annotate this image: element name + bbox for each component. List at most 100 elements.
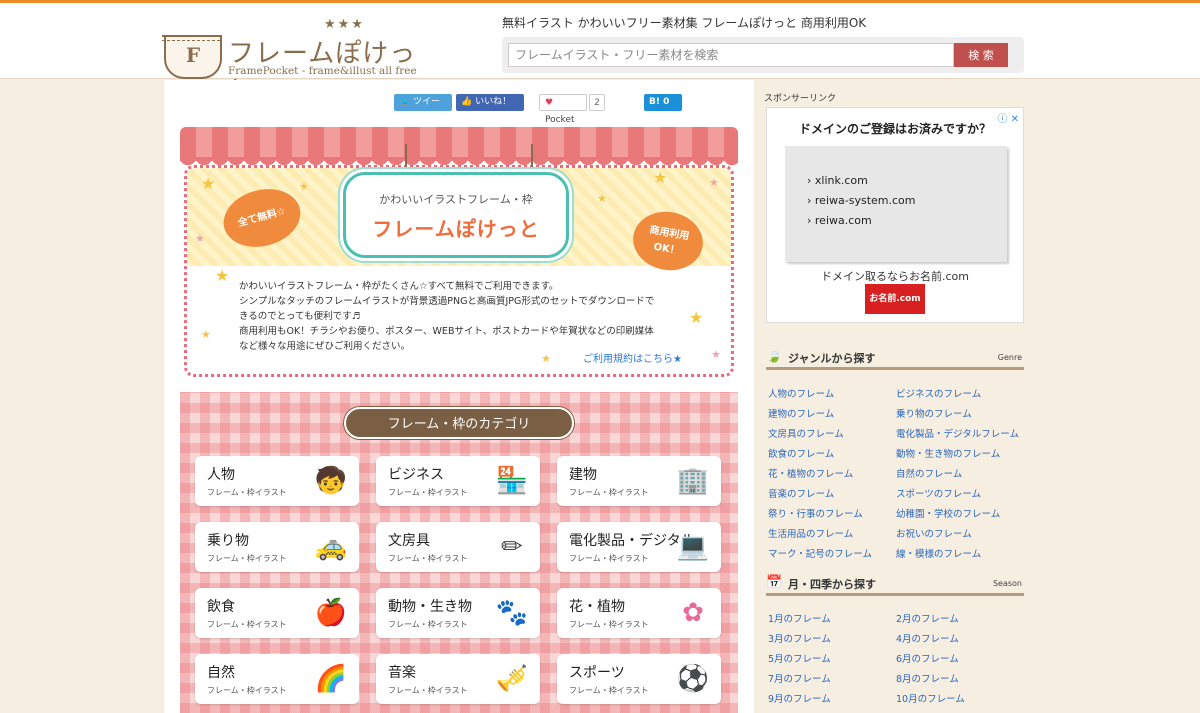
apple-icon: 🍎 (314, 598, 348, 628)
genre-en: Genre (997, 353, 1022, 362)
chevron-right-icon: › (807, 174, 812, 187)
genre-link[interactable]: スポーツのフレーム (896, 486, 981, 500)
tweet-button[interactable]: 🐦 ツイート (394, 94, 452, 124)
leaf-icon: 🍃 (766, 349, 783, 364)
ad-link-label: xlink.com (814, 174, 868, 187)
genre-title: ジャンルから探す (788, 352, 876, 365)
ad-image[interactable]: お名前.com (865, 284, 925, 314)
pocket-count: 2 (589, 94, 605, 111)
search-button[interactable]: 検 索 (954, 43, 1008, 67)
genre-link[interactable]: 電化製品・デジタルフレーム (896, 426, 1019, 440)
category-sub: フレーム・枠イラスト (388, 554, 468, 563)
category-sub: フレーム・枠イラスト (569, 620, 649, 629)
category-card-nature[interactable]: 自然 フレーム・枠イラスト 🌈 (195, 654, 359, 704)
genre-link[interactable]: 幼稚園・学校のフレーム (896, 506, 1000, 520)
commercial-ok-badge: 商用利用 OK！ (628, 206, 708, 276)
hatena-bookmark-button[interactable]: B! 0 (644, 94, 682, 111)
season-link[interactable]: 10月のフレーム (896, 691, 965, 705)
genre-link[interactable]: 祭り・行事のフレーム (768, 506, 863, 520)
flower-icon: ✿ (682, 598, 704, 628)
category-name: スポーツ (569, 665, 625, 681)
category-sub: フレーム・枠イラスト (207, 686, 287, 695)
intro-line: 商用利用もOK！チラシやお便り、ポスター、WEBサイト、ポストカードや年賀状など… (239, 326, 654, 337)
like-button[interactable]: 👍 いいね！ 12 (456, 94, 524, 124)
category-sub: フレーム・枠イラスト (388, 488, 468, 497)
season-link[interactable]: 7月のフレーム (768, 671, 831, 685)
category-card-food[interactable]: 飲食 フレーム・枠イラスト 🍎 (195, 588, 359, 638)
season-link[interactable]: 4月のフレーム (896, 631, 959, 645)
season-link[interactable]: 2月のフレーム (896, 611, 959, 625)
star-icon: ★ (215, 266, 230, 285)
category-sub: フレーム・枠イラスト (207, 488, 287, 497)
ad-footer: ドメイン取るならお名前.com (821, 270, 969, 283)
genre-link[interactable]: 建物のフレーム (768, 406, 834, 420)
ad-block[interactable]: ⓘ ✕ ドメインのご登録はお済みですか？ › xlink.com › reiwa… (766, 107, 1024, 323)
category-name: 花・植物 (569, 599, 625, 615)
trumpet-icon: 🎺 (495, 664, 529, 694)
star-icon: ★ (299, 180, 309, 193)
category-card-vehicle[interactable]: 乗り物 フレーム・枠イラスト 🚕 (195, 522, 359, 572)
category-card-animal[interactable]: 動物・生き物 フレーム・枠イラスト 🐾 (376, 588, 540, 638)
genre-link[interactable]: 生活用品のフレーム (768, 526, 853, 540)
season-link[interactable]: 6月のフレーム (896, 651, 959, 665)
pocket-button[interactable]: ♥ Pocket (539, 94, 587, 125)
season-link[interactable]: 8月のフレーム (896, 671, 959, 685)
shop-icon: 🏪 (495, 466, 529, 496)
genre-link[interactable]: 花・植物のフレーム (768, 466, 853, 480)
season-link[interactable]: 1月のフレーム (768, 611, 831, 625)
category-card-music[interactable]: 音楽 フレーム・枠イラスト 🎺 (376, 654, 540, 704)
star-icon: ★ (689, 308, 704, 327)
free-badge: 全て無料☆ (217, 180, 307, 256)
category-title: フレーム・枠のカテゴリ (344, 407, 574, 439)
pocket-icon: ♥ (545, 98, 554, 108)
category-name: 建物 (569, 467, 597, 483)
season-link[interactable]: 9月のフレーム (768, 691, 831, 705)
genre-link[interactable]: 人物のフレーム (768, 386, 834, 400)
category-card-stationery[interactable]: 文房具 フレーム・枠イラスト ✏ (376, 522, 540, 572)
genre-link[interactable]: お祝いのフレーム (896, 526, 972, 540)
genre-link[interactable]: 文房具のフレーム (768, 426, 844, 440)
site-tagline: 無料イラスト かわいいフリー素材集 フレームぽけっと 商用利用OK (502, 16, 867, 30)
person-icon: 🧒 (314, 466, 348, 496)
ad-link[interactable]: › reiwa.com (807, 214, 872, 227)
season-link[interactable]: 3月のフレーム (768, 631, 831, 645)
category-card-building[interactable]: 建物 フレーム・枠イラスト 🏢 (557, 456, 721, 506)
category-card-sports[interactable]: スポーツ フレーム・枠イラスト ⚽ (557, 654, 721, 704)
search-bar: 検 索 (502, 37, 1024, 73)
category-name: 文房具 (388, 533, 430, 549)
category-card-flower[interactable]: 花・植物 フレーム・枠イラスト ✿ (557, 588, 721, 638)
site-logo[interactable]: F ★★★ フレームぽけっと FramePocket - frame&illus… (162, 17, 424, 106)
genre-link[interactable]: 音楽のフレーム (768, 486, 834, 500)
genre-link[interactable]: 乗り物のフレーム (896, 406, 972, 420)
hero-banner: ★ ★ ★ ★ ★ ★ 全て無料☆ 商用利用 OK！ かわいいイラストフレーム・… (180, 127, 738, 379)
genre-link[interactable]: マーク・記号のフレーム (768, 546, 872, 560)
pencil-icon: ✏ (501, 532, 523, 562)
category-card-digital[interactable]: 電化製品・デジタル フレーム・枠イラスト 💻 (557, 522, 721, 572)
category-card-person[interactable]: 人物 フレーム・枠イラスト 🧒 (195, 456, 359, 506)
ad-link[interactable]: › xlink.com (807, 174, 868, 187)
season-en: Season (992, 579, 1022, 588)
star-icon: ★ (597, 192, 607, 205)
season-link[interactable]: 5月のフレーム (768, 651, 831, 665)
genre-link[interactable]: 自然のフレーム (896, 466, 962, 480)
intro-line: シンプルなタッチのフレームイラストが背景透過PNGと高画質JPG形式のセットでダ… (239, 296, 655, 307)
board-stripe-area: ★ ★ ★ ★ ★ ★ 全て無料☆ 商用利用 OK！ かわいいイラストフレーム・… (187, 144, 731, 276)
logo-subtitle: FramePocket - frame&illust all free (228, 65, 417, 77)
soccer-ball-icon: ⚽ (676, 664, 710, 694)
genre-link[interactable]: ビジネスのフレーム (896, 386, 981, 400)
logo-letter: F (185, 43, 201, 67)
star-icon: ★ (653, 168, 668, 187)
genre-link[interactable]: 動物・生き物のフレーム (896, 446, 1000, 460)
category-card-business[interactable]: ビジネス フレーム・枠イラスト 🏪 (376, 456, 540, 506)
awning (180, 127, 738, 161)
genre-link[interactable]: 線・模様のフレーム (896, 546, 981, 560)
pocket-label: Pocket (545, 115, 575, 125)
search-input[interactable] (508, 43, 954, 67)
terms-link[interactable]: ご利用規約はこちら★ (583, 350, 682, 365)
computer-icon: 💻 (676, 532, 710, 562)
ad-link[interactable]: › reiwa-system.com (807, 194, 915, 207)
category-sub: フレーム・枠イラスト (388, 620, 468, 629)
twitter-icon: 🐦 (399, 97, 411, 107)
category-name: 人物 (207, 467, 235, 483)
genre-link[interactable]: 飲食のフレーム (768, 446, 834, 460)
